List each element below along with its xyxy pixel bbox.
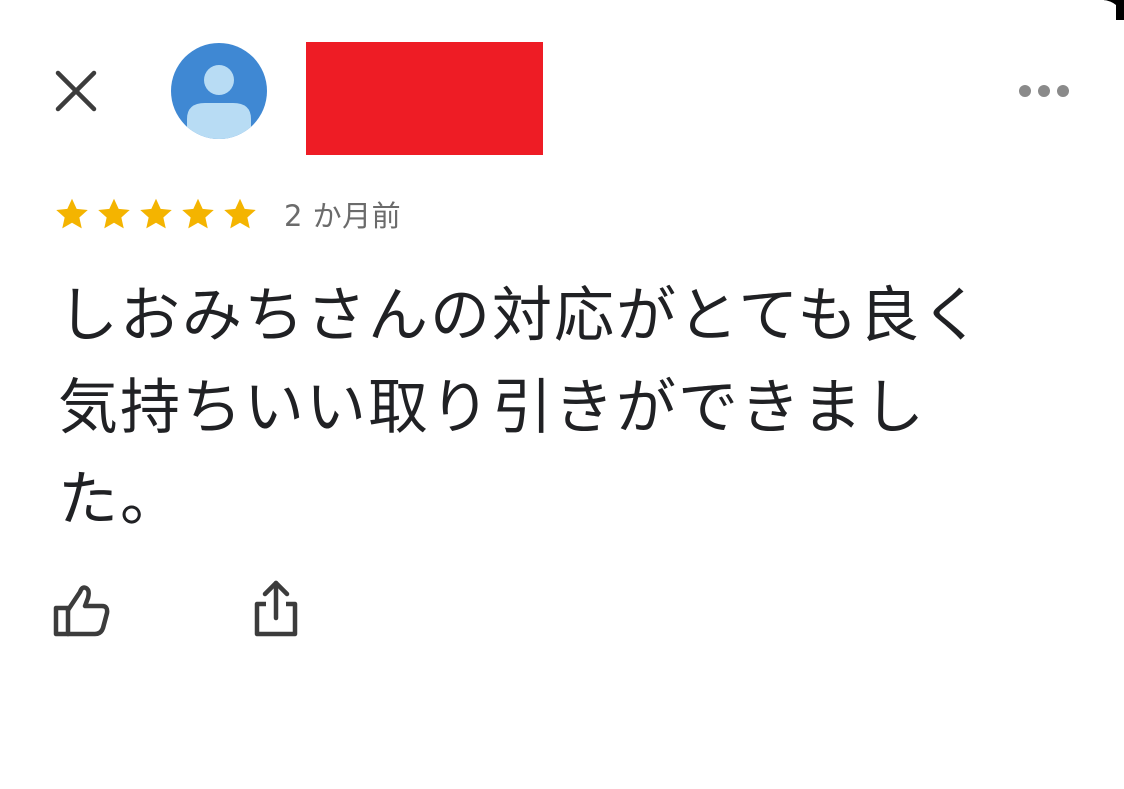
star-rating <box>54 196 258 232</box>
star-icon <box>182 198 214 229</box>
close-button[interactable] <box>48 63 104 119</box>
share-icon <box>254 580 298 637</box>
more-options-button[interactable] <box>1012 72 1076 110</box>
star-icon <box>56 198 88 229</box>
share-button[interactable] <box>248 578 304 640</box>
star-icon <box>98 198 130 229</box>
more-horizontal-icon <box>1019 85 1069 97</box>
person-avatar-icon <box>171 43 267 139</box>
close-icon <box>55 70 97 112</box>
reviewer-name-redacted[interactable] <box>306 42 543 155</box>
thumbs-up-icon <box>53 585 110 637</box>
rating-row: 2 か月前 <box>54 192 401 236</box>
review-text: しおみちさんの対応がとても良く気持ちいい取り引きができました。 <box>58 281 984 535</box>
star-icon <box>224 198 256 229</box>
star-icon <box>140 198 172 229</box>
avatar[interactable] <box>171 43 267 139</box>
like-button[interactable] <box>50 582 114 640</box>
review-time: 2 か月前 <box>284 199 402 233</box>
review-detail-screen: 2 か月前 しおみちさんの対応がとても良く気持ちいい取り引きができました。 <box>0 0 1124 789</box>
